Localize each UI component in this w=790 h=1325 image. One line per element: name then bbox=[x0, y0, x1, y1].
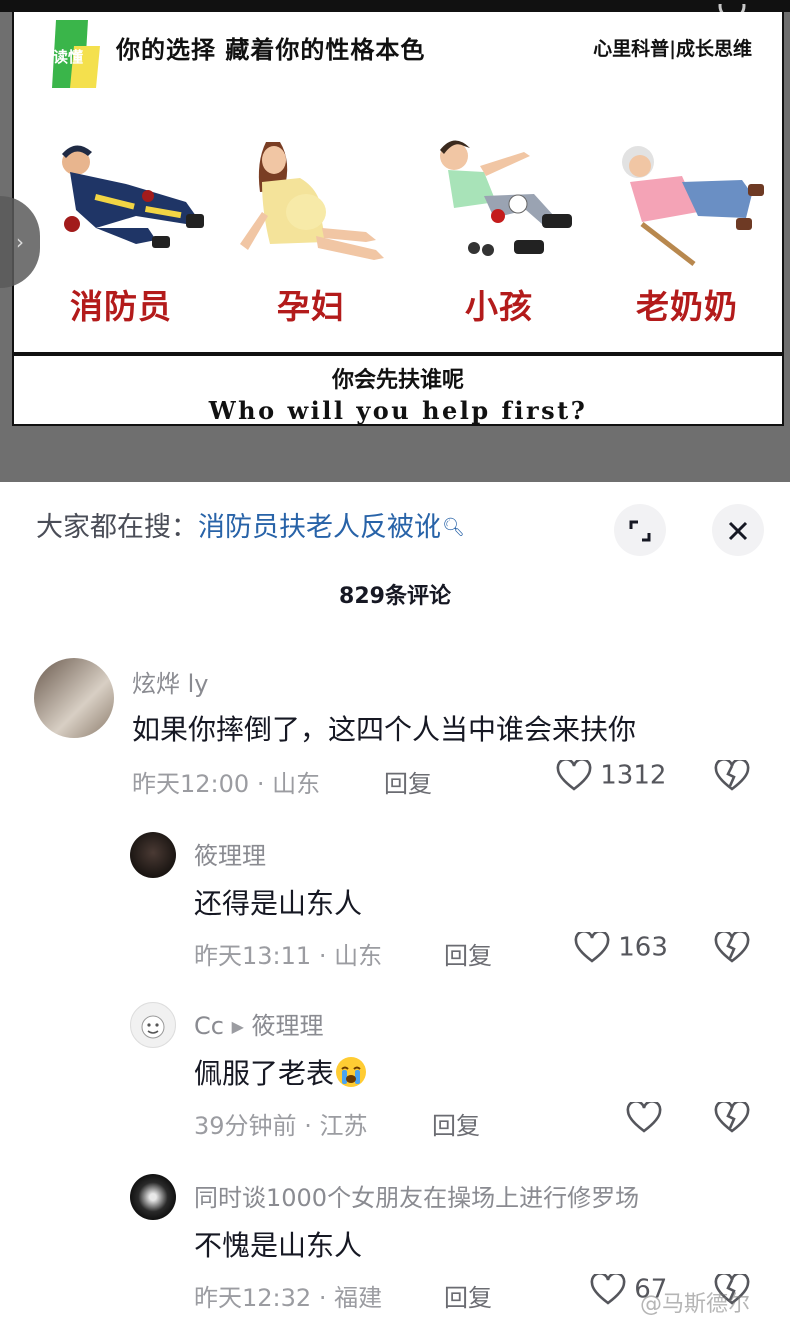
reply-button[interactable]: 回复 bbox=[444, 936, 492, 971]
close-button[interactable] bbox=[712, 504, 764, 556]
comment-author[interactable]: Cc bbox=[194, 1012, 224, 1040]
watermark: @马斯德尔 bbox=[640, 1292, 751, 1317]
meta-separator: · bbox=[318, 1284, 327, 1312]
heart-icon bbox=[626, 1100, 662, 1133]
pregnant-woman-illustration bbox=[240, 142, 384, 260]
like-button[interactable]: 163 bbox=[574, 930, 668, 964]
child-illustration bbox=[440, 140, 572, 256]
like-count: 163 bbox=[618, 932, 668, 963]
close-icon bbox=[728, 521, 748, 540]
svg-text:读懂: 读懂 bbox=[53, 48, 83, 66]
comment-location: 山东 bbox=[272, 770, 321, 798]
comment-time: 昨天12:32 bbox=[194, 1284, 312, 1312]
figure-label-child: 小孩 bbox=[465, 287, 533, 326]
comment-author-line: Cc ▶ 筱理理 bbox=[194, 1006, 324, 1041]
reply-target[interactable]: 筱理理 bbox=[252, 1012, 324, 1040]
trending-search-prefix: 大家都在搜： bbox=[36, 512, 198, 543]
crying-face-emoji-icon bbox=[336, 1057, 367, 1087]
broken-heart-icon bbox=[714, 930, 750, 963]
comment-location: 福建 bbox=[334, 1284, 383, 1312]
comment-count: 829条评论 bbox=[339, 584, 451, 609]
comment-text: 如果你摔倒了，这四个人当中谁会来扶你 bbox=[132, 713, 637, 746]
expand-button[interactable] bbox=[614, 504, 666, 556]
comment-meta: 39分钟前 · 江苏 bbox=[194, 1106, 367, 1141]
reply-button[interactable]: 回复 bbox=[432, 1106, 480, 1141]
like-button[interactable] bbox=[626, 1100, 662, 1134]
comment-text-content: 佩服了老表 bbox=[194, 1057, 335, 1090]
figure-label-pregnant-woman: 孕妇 bbox=[277, 287, 345, 326]
meta-separator: · bbox=[256, 770, 265, 798]
poster-tag: 心里科普|成长思维 bbox=[593, 38, 752, 60]
cartoon-face-icon bbox=[141, 1015, 165, 1039]
trending-search-term[interactable]: 消防员扶老人反被讹 bbox=[198, 512, 441, 543]
video-poster: 读懂 你的选择 藏着你的性格本色 心里科普|成长思维 消防员 孕妇 小孩 老奶奶 bbox=[12, 12, 784, 352]
brand-logo: 读懂 bbox=[52, 20, 100, 88]
heart-icon bbox=[574, 930, 610, 963]
heart-icon bbox=[556, 758, 592, 791]
reply-item: 筱理理 还得是山东人 昨天13:11 · 山东 回复 163 bbox=[0, 828, 790, 971]
comment-time: 昨天12:00 bbox=[132, 770, 250, 798]
reply-item: Cc ▶ 筱理理 佩服了老表 39分钟前 · 江苏 回复 bbox=[0, 998, 790, 1141]
comment-time: 昨天13:11 bbox=[194, 942, 312, 970]
expand-icon bbox=[629, 520, 651, 541]
figure-label-firefighter: 消防员 bbox=[70, 287, 172, 326]
poster-title: 你的选择 藏着你的性格本色 bbox=[116, 35, 426, 64]
like-button[interactable]: 1312 bbox=[556, 758, 667, 792]
comment-sheet: 大家都在搜：消防员扶老人反被讹🔍︎ 829条评论 炫烨 ly 如果你摔倒了，这四… bbox=[0, 482, 790, 1325]
comment-author[interactable]: 炫烨 ly bbox=[132, 664, 209, 699]
comment-time: 39分钟前 bbox=[194, 1112, 297, 1140]
broken-heart-icon bbox=[714, 758, 750, 791]
search-icon: 🔍︎ bbox=[442, 517, 465, 538]
like-count: 1312 bbox=[600, 760, 667, 791]
dislike-button[interactable] bbox=[714, 1100, 750, 1134]
reply-button[interactable]: 回复 bbox=[384, 764, 432, 799]
heart-icon bbox=[590, 1272, 626, 1305]
trending-search[interactable]: 大家都在搜：消防员扶老人反被讹🔍︎ bbox=[36, 508, 465, 548]
dislike-button[interactable] bbox=[714, 758, 750, 792]
video-player[interactable]: 读懂 你的选择 藏着你的性格本色 心里科普|成长思维 消防员 孕妇 小孩 老奶奶… bbox=[0, 0, 790, 482]
comment-text: 不愧是山东人 bbox=[194, 1229, 363, 1262]
avatar[interactable] bbox=[130, 1174, 176, 1220]
meta-separator: · bbox=[304, 1112, 312, 1140]
reply-arrow-icon: ▶ bbox=[231, 1017, 244, 1036]
firefighter-illustration bbox=[62, 145, 204, 248]
figure-label-grandma: 老奶奶 bbox=[636, 287, 738, 326]
comment-author[interactable]: 同时谈1000个女朋友在操场上进行修罗场 bbox=[194, 1178, 639, 1213]
dislike-button[interactable] bbox=[714, 930, 750, 964]
question-chinese: 你会先扶谁呢 bbox=[331, 367, 464, 393]
video-top-bar bbox=[0, 0, 790, 12]
question-english: Who will you help first? bbox=[208, 396, 588, 425]
reply-button[interactable]: 回复 bbox=[444, 1278, 492, 1313]
poster-question-box: 你会先扶谁呢 Who will you help first? bbox=[12, 352, 784, 426]
grandma-illustration bbox=[622, 146, 764, 266]
avatar[interactable] bbox=[130, 1002, 176, 1048]
comment-text: 佩服了老表 bbox=[194, 1052, 368, 1092]
comment-meta: 昨天13:11 · 山东 bbox=[194, 936, 382, 971]
comment-author[interactable]: 筱理理 bbox=[194, 836, 266, 871]
avatar[interactable] bbox=[130, 832, 176, 878]
meta-separator: · bbox=[318, 942, 327, 970]
broken-heart-icon bbox=[714, 1100, 750, 1133]
comment-location: 山东 bbox=[334, 942, 383, 970]
comment-location: 江苏 bbox=[319, 1112, 368, 1140]
comment-text: 还得是山东人 bbox=[194, 887, 363, 920]
comment-meta: 昨天12:00 · 山东 bbox=[132, 764, 320, 799]
comment-item: 炫烨 ly 如果你摔倒了，这四个人当中谁会来扶你 昨天12:00 · 山东 回复… bbox=[0, 652, 790, 798]
avatar[interactable] bbox=[34, 658, 114, 738]
comment-meta: 昨天12:32 · 福建 bbox=[194, 1278, 382, 1313]
